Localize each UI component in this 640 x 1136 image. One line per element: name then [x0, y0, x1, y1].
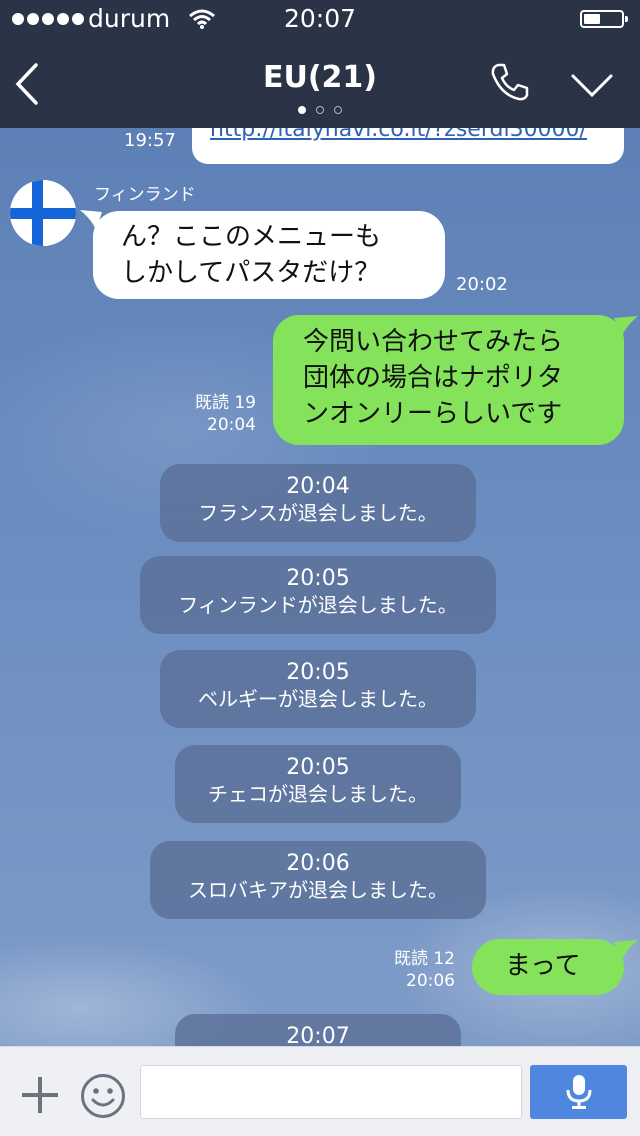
- finland-flag-icon: [10, 180, 76, 246]
- link-url[interactable]: http://italynavi.co.it/?zserdi30000/: [210, 128, 587, 148]
- message-time: 20:02: [456, 274, 508, 295]
- message-time: 20:04: [207, 415, 256, 435]
- battery-level: [584, 14, 600, 24]
- page-dot-2: [316, 106, 324, 114]
- outgoing-message-bubble[interactable]: まって: [472, 939, 624, 995]
- message-time: 19:57: [124, 130, 176, 151]
- link-preview-bubble[interactable]: http://italynavi.co.it/?zserdi30000/: [192, 128, 624, 164]
- system-message: 20:05 ベルギーが退会しました。: [160, 650, 476, 728]
- system-time: 20:05: [286, 755, 350, 780]
- input-bar: [0, 1046, 640, 1136]
- chat-title[interactable]: EU(21): [0, 60, 640, 95]
- emoji-icon[interactable]: [80, 1073, 126, 1123]
- system-message: 20:04 フランスが退会しました。: [160, 464, 476, 542]
- system-time: 20:05: [286, 660, 350, 685]
- system-time: 20:05: [286, 566, 350, 591]
- message-line-2: しかしてパスタだけ？: [121, 258, 381, 288]
- message-input[interactable]: [140, 1065, 522, 1119]
- chat-area[interactable]: http://italynavi.co.it/?zserdi30000/ 19:…: [0, 128, 640, 1046]
- system-time: 20:06: [286, 851, 350, 876]
- plus-icon[interactable]: [20, 1075, 60, 1119]
- phone-icon[interactable]: [489, 62, 529, 106]
- system-text: スロバキアが退会しました。: [188, 878, 448, 902]
- bubble-tail: [614, 940, 638, 960]
- microphone-icon: [566, 1075, 592, 1109]
- message-text: まって: [505, 951, 581, 981]
- message-time: 20:06: [406, 971, 455, 991]
- incoming-message-bubble[interactable]: ん？ここのメニューも しかしてパスタだけ？: [93, 211, 445, 299]
- read-count: 既読 19: [194, 393, 256, 413]
- sender-name: フィンランド: [94, 185, 196, 205]
- system-message: 20:05 チェコが退会しました。: [175, 745, 461, 823]
- system-text: ベルギーが退会しました。: [198, 687, 438, 711]
- system-message: 20:05 フィンランドが退会しました。: [140, 556, 496, 634]
- system-time: 20:04: [286, 474, 350, 499]
- top-bar: durum 20:07 EU(21): [0, 0, 640, 128]
- system-text: チェコが退会しました。: [208, 782, 428, 806]
- page-indicator: [0, 106, 640, 114]
- read-receipt: 既読 19 20:04: [170, 392, 256, 436]
- message-line-1: ん？ここのメニューも: [121, 222, 382, 252]
- chevron-down-icon[interactable]: [570, 72, 614, 104]
- page-dot-3: [334, 106, 342, 114]
- read-receipt: 既読 12 20:06: [370, 948, 455, 992]
- battery-icon: [580, 10, 628, 28]
- status-time: 20:07: [283, 4, 357, 33]
- system-message: 20:06 スロバキアが退会しました。: [150, 841, 486, 919]
- system-message: 20:07: [175, 1014, 461, 1046]
- system-time: 20:07: [286, 1024, 350, 1046]
- read-count: 既読 12: [393, 949, 455, 969]
- bubble-tail: [614, 316, 638, 336]
- message-line-1: 今問い合わせてみたら: [303, 327, 564, 357]
- outgoing-message-bubble[interactable]: 今問い合わせてみたら 団体の場合はナポリタ ンオンリーらしいです: [273, 315, 624, 445]
- system-text: フランスが退会しました。: [198, 501, 438, 525]
- status-bar: durum 20:07: [0, 0, 640, 40]
- system-text: フィンランドが退会しました。: [178, 593, 458, 617]
- voice-message-button[interactable]: [530, 1065, 627, 1119]
- avatar[interactable]: [10, 180, 76, 246]
- message-line-3: ンオンリーらしいです: [303, 399, 563, 429]
- page-dot-1: [298, 106, 306, 114]
- message-line-2: 団体の場合はナポリタ: [303, 363, 564, 393]
